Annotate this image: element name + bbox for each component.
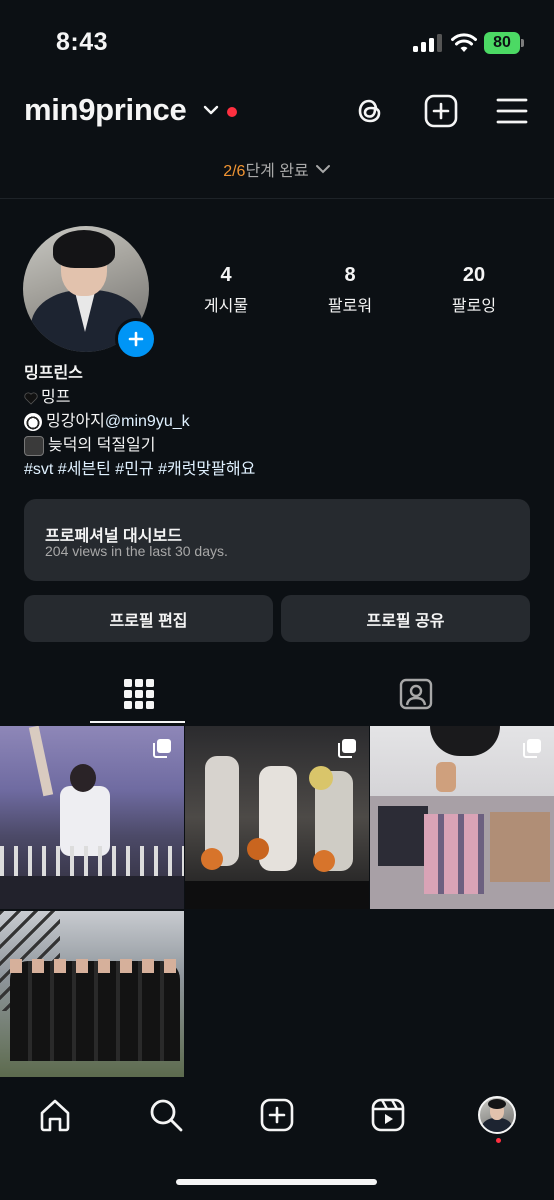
post-thumbnail[interactable]	[370, 726, 554, 909]
create-icon	[260, 1098, 294, 1132]
stat-followers-value: 8	[344, 264, 356, 286]
home-icon	[40, 1099, 70, 1132]
nav-profile[interactable]	[477, 1095, 517, 1135]
profile-avatar	[478, 1096, 516, 1134]
hashtags[interactable]: #svt #세븐틴 #민규 #캐럿맞팔해요	[24, 458, 255, 482]
bio-line2-text: 밍강아지	[46, 413, 105, 430]
display-name: 밍프린스	[24, 365, 83, 382]
stat-posts-label: 게시물	[203, 298, 249, 315]
profile-notification-dot	[496, 1138, 501, 1143]
share-profile-button[interactable]: 프로필 공유	[281, 595, 530, 642]
bio-line3: 늦덕의 덕질일기	[48, 437, 156, 454]
profile-steps-progress[interactable]: 2/6단계 완료	[0, 157, 554, 181]
mention-link[interactable]: @min9yu_k	[105, 410, 190, 434]
wifi-icon	[451, 33, 477, 58]
stat-followers[interactable]: 8 팔로워	[295, 264, 405, 316]
plus-square-icon[interactable]	[423, 93, 459, 129]
notebook-icon	[24, 436, 44, 456]
profile-bio: 밍프린스 밍프 밍강아지 @min9yu_k 늦덕의 덕질일기 #svt #세븐…	[24, 362, 255, 482]
multiple-photos-icon	[153, 739, 171, 758]
multiple-photos-icon	[338, 739, 356, 758]
menu-icon[interactable]	[494, 93, 530, 129]
chevron-down-icon	[315, 165, 330, 174]
stat-posts-value: 4	[220, 264, 232, 286]
bio-line1: 밍프	[41, 389, 71, 406]
active-tab-indicator	[90, 721, 185, 723]
grid-icon	[123, 679, 154, 709]
bio-line: 밍강아지 @min9yu_k	[24, 410, 255, 434]
nav-search[interactable]	[146, 1095, 186, 1135]
search-icon	[150, 1099, 183, 1132]
stat-posts[interactable]: 4 게시물	[171, 264, 281, 316]
stat-following-value: 20	[462, 264, 486, 286]
post-thumbnail[interactable]	[0, 726, 184, 909]
tagged-icon	[399, 678, 432, 710]
steps-done: 2/6	[223, 163, 246, 180]
cellular-signal-icon	[413, 34, 442, 52]
steps-text: 단계 완료	[245, 163, 309, 180]
tab-tagged[interactable]	[277, 665, 554, 723]
home-indicator[interactable]	[176, 1179, 377, 1185]
post-thumbnail[interactable]	[185, 726, 369, 909]
battery-indicator: 80	[484, 32, 520, 54]
nav-create[interactable]	[257, 1095, 297, 1135]
stat-following[interactable]: 20 팔로잉	[419, 264, 529, 316]
header-divider	[0, 198, 554, 199]
tab-grid[interactable]	[0, 665, 277, 723]
nav-reels[interactable]	[368, 1095, 408, 1135]
edit-profile-button[interactable]: 프로필 편집	[24, 595, 273, 642]
reels-icon	[371, 1098, 405, 1132]
threads-icon[interactable]	[352, 93, 388, 129]
multiple-photos-icon	[523, 739, 541, 758]
stat-followers-label: 팔로워	[327, 298, 373, 315]
profile-username[interactable]: min9prince	[24, 92, 187, 128]
panda-icon	[24, 413, 42, 431]
bio-line: 늦덕의 덕질일기	[24, 434, 255, 458]
dashboard-subtitle: 204 views in the last 30 days.	[45, 543, 228, 559]
stat-following-label: 팔로잉	[451, 298, 497, 315]
professional-dashboard[interactable]: 프로페셔널 대시보드 204 views in the last 30 days…	[24, 499, 530, 581]
bio-line: 밍프	[24, 386, 255, 410]
status-time: 8:43	[56, 28, 109, 56]
chevron-down-icon[interactable]	[203, 103, 219, 121]
post-thumbnail[interactable]	[0, 911, 184, 1077]
battery-cap	[521, 39, 524, 47]
add-story-button[interactable]	[115, 318, 157, 360]
black-heart-icon	[24, 391, 38, 405]
plus-icon	[128, 331, 144, 347]
nav-home[interactable]	[35, 1095, 75, 1135]
notification-dot	[227, 107, 237, 117]
